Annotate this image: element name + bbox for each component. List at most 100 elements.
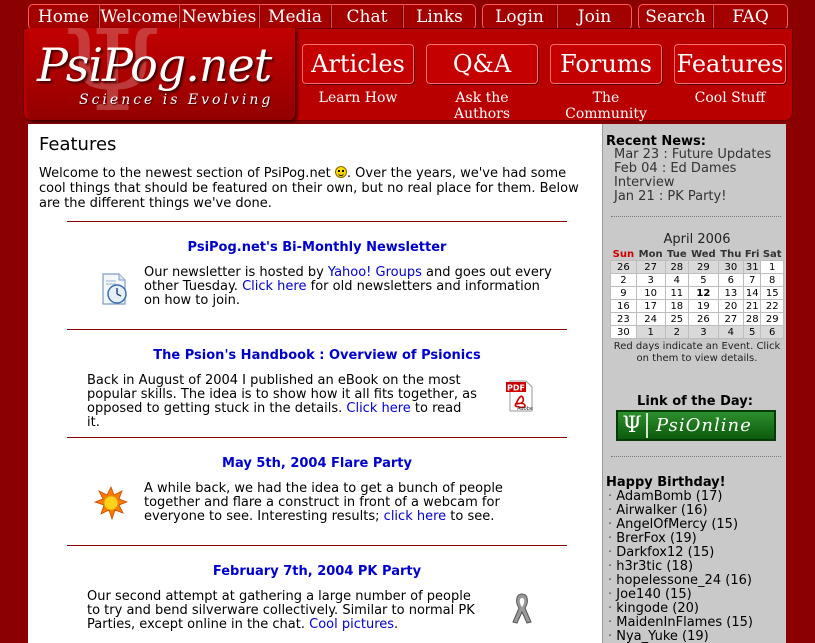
news-item[interactable]: Mar 23 : Future Updates [606,148,784,162]
calendar-day[interactable]: 4 [717,325,744,339]
member-link[interactable]: Darkfox12 [616,545,683,560]
pdf-label: PDF [507,384,525,393]
calendar-day[interactable]: 6 [717,273,744,287]
member-link[interactable]: Nya_Yuke [616,629,678,643]
calendar-day[interactable]: 23 [610,312,637,326]
flare-party-link[interactable]: click here [384,509,446,524]
tab-qa[interactable]: Q&A Ask the Authors [426,44,538,122]
calendar-day[interactable]: 26 [610,260,637,274]
nav-media[interactable]: Media [259,5,331,29]
calendar-day[interactable]: 2 [610,273,637,287]
calendar-day[interactable]: 1 [760,260,784,274]
right-sidebar: Recent News: Mar 23 : Future Updates Feb… [602,124,786,643]
calendar-day[interactable]: 5 [742,325,762,339]
old-newsletters-link[interactable]: Click here [242,279,306,294]
member-age: (17) [695,489,723,504]
member-link[interactable]: BrerFox [616,531,666,546]
nav-join[interactable]: Join [557,5,631,29]
tab-sublabel: Learn How [318,90,398,106]
calendar-day[interactable]: 14 [742,286,762,300]
nav-newbies[interactable]: Newbies [179,5,259,29]
calendar-day[interactable]: 1 [635,325,666,339]
handbook-link[interactable]: Click here [346,401,410,416]
calendar-day[interactable]: 9 [610,286,637,300]
day-header: Sun [612,249,635,260]
member-age: (15) [687,545,715,560]
calendar-day[interactable]: 29 [688,260,719,274]
birthday-item: · BrerFox (19) [608,531,697,546]
nav-welcome[interactable]: Welcome [99,5,179,29]
calendar-day[interactable]: 3 [635,273,666,287]
nav-faq[interactable]: FAQ [713,5,787,29]
calendar-day[interactable]: 30 [610,325,637,339]
birthday-title: Happy Birthday! [606,475,726,490]
nav-home[interactable]: Home [29,5,99,29]
site-logo[interactable]: Ψ PsiPog.net Science is Evolving [27,28,295,120]
cool-pictures-link[interactable]: Cool pictures [309,617,394,632]
calendar-day[interactable]: 19 [688,299,719,313]
calendar-day[interactable]: 28 [742,312,762,326]
calendar-day[interactable]: 31 [742,260,762,274]
member-link[interactable]: AdamBomb [616,489,691,504]
section-text: A while back, we had the idea to get a b… [144,482,554,524]
birthday-item: · kingode (20) [608,601,699,616]
calendar-day[interactable]: 3 [688,325,719,339]
section-text: Back in August of 2004 I published an eB… [87,374,477,430]
nav-chat[interactable]: Chat [331,5,403,29]
calendar-day[interactable]: 4 [664,273,690,287]
calendar-day[interactable]: 18 [664,299,690,313]
calendar-day[interactable]: 27 [717,312,744,326]
calendar-day[interactable]: 10 [635,286,666,300]
calendar-day[interactable]: 13 [717,286,744,300]
calendar-day[interactable]: 5 [688,273,719,287]
page-title: Features [39,134,117,155]
member-link[interactable]: MaidenInFlames [616,615,722,630]
member-link[interactable]: AngelOfMercy [616,517,707,532]
member-age: (15) [665,587,692,602]
member-age: (16) [680,503,708,518]
calendar-day[interactable]: 17 [635,299,666,313]
calendar-day[interactable]: 30 [717,260,744,274]
calendar-day[interactable]: 24 [635,312,666,326]
calendar-day[interactable]: 2 [664,325,690,339]
pdf-icon[interactable]: PDF Adobe [504,379,538,413]
member-age: (16) [725,573,752,588]
text: Our newsletter is hosted by [144,265,328,280]
calendar-day[interactable]: 8 [760,273,784,287]
birthday-item: · AngelOfMercy (15) [608,517,739,532]
tab-articles[interactable]: Articles Learn How [302,44,414,122]
calendar-day[interactable]: 27 [635,260,666,274]
calendar-day[interactable]: 26 [688,312,719,326]
member-link[interactable]: kingode [616,601,668,616]
member-link[interactable]: h3r3tic [616,559,662,574]
calendar-day[interactable]: 6 [760,325,784,339]
tab-features[interactable]: Features Cool Stuff [674,44,786,122]
calendar-day-today[interactable]: 12 [688,286,719,300]
member-link[interactable]: Joe140 [616,587,661,602]
calendar-day[interactable]: 29 [760,312,784,326]
logo-title: PsiPog.net [37,38,272,92]
calendar-day[interactable]: 15 [760,286,784,300]
calendar-day[interactable]: 7 [742,273,762,287]
birthday-item: · Airwalker (16) [608,503,708,518]
news-item[interactable]: Jan 21 : PK Party! [606,190,784,204]
news-item[interactable]: Feb 04 : Ed Dames Interview [606,162,784,190]
nav-links[interactable]: Links [403,5,475,29]
section-title: February 7th, 2004 PK Party [212,564,422,579]
calendar-day[interactable]: 11 [664,286,690,300]
member-link[interactable]: hopelessone_24 [616,573,721,588]
adobe-label: Adobe [517,406,533,412]
calendar-day[interactable]: 28 [664,260,690,274]
yahoo-groups-link[interactable]: Yahoo! Groups [328,265,422,280]
calendar-day[interactable]: 16 [610,299,637,313]
member-link[interactable]: Airwalker [616,503,676,518]
nav-login[interactable]: Login [483,5,557,29]
calendar-day[interactable]: 25 [664,312,690,326]
psionline-link-banner[interactable]: Ψ PsiOnline [616,410,776,441]
calendar-day[interactable]: 20 [717,299,744,313]
tab-forums[interactable]: Forums The Community [550,44,662,122]
calendar-day[interactable]: 21 [742,299,762,313]
nav-search[interactable]: Search [639,5,713,29]
calendar-day[interactable]: 22 [760,299,784,313]
clock-document-icon [102,273,127,305]
